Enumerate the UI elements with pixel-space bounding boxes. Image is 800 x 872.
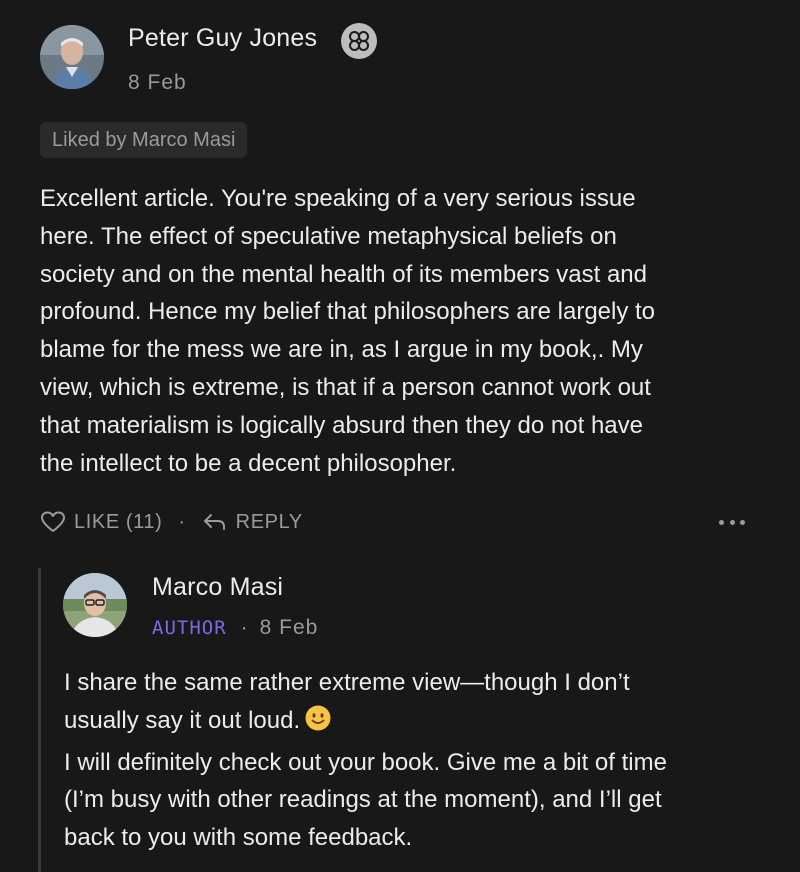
author-tag: AUTHOR	[152, 617, 227, 639]
liked-by-badge: Liked by Marco Masi	[40, 122, 248, 158]
heart-icon	[41, 511, 65, 532]
reply-body-line-with-emoji: usually say it out loud.	[64, 702, 784, 744]
comment-body-line: here. The effect of speculative metaphys…	[40, 222, 617, 250]
reply-button[interactable]: REPLY	[202, 511, 303, 534]
comment-body-line: view, which is extreme, is that if a per…	[40, 373, 651, 401]
avatar-photo-icon	[40, 25, 104, 89]
comment-body-line: Excellent article. You're speaking of a …	[40, 185, 636, 212]
comment-body-line: blame for the mess we are in, as I argue…	[40, 336, 643, 364]
reply-body-line: I share the same rather extreme view—tho…	[64, 669, 630, 696]
comment-body-line: that materialism is logically absurd the…	[40, 411, 643, 439]
avatar-marco-masi[interactable]	[63, 573, 127, 637]
comment-body-line: the intellect to be a decent philosopher…	[40, 449, 457, 477]
reply-body-line: (I’m busy with other readings at the mom…	[64, 786, 662, 814]
reply-body-line: I will definitely check out your book. G…	[64, 748, 667, 776]
comment-body-line: profound. Hence my belief that philosoph…	[40, 298, 656, 326]
reply-body-line: back to you with some feedback.	[64, 824, 413, 852]
reply-label: REPLY	[235, 510, 303, 533]
reply-body: I share the same rather extreme view—tho…	[64, 664, 784, 857]
like-label: LIKE (11)	[74, 510, 163, 533]
reply-thread-line	[38, 568, 41, 872]
more-dots-icon[interactable]	[719, 514, 745, 530]
reply-body-text: usually say it out loud.	[64, 706, 301, 734]
action-separator: ·	[178, 510, 186, 533]
reply-date[interactable]: 8 Feb	[260, 616, 319, 640]
comment-actions: LIKE (11) · REPLY	[40, 508, 303, 536]
like-button[interactable]: LIKE (11)	[40, 510, 162, 534]
reply-author-name[interactable]: Marco Masi	[152, 573, 283, 602]
comment-author-name[interactable]: Peter Guy Jones	[128, 24, 317, 53]
reply-meta: AUTHOR · 8 Feb	[152, 616, 318, 640]
avatar-photo-icon	[63, 573, 127, 637]
slightly-smiling-face-emoji	[304, 704, 332, 744]
comment-date[interactable]: 8 Feb	[128, 71, 187, 95]
subscriber-badge-icon	[341, 23, 377, 59]
meta-separator: ·	[240, 616, 248, 639]
reply-arrow-icon	[203, 514, 225, 530]
comment-body-line: society and on the mental health of its …	[40, 260, 647, 288]
avatar-peter-guy-jones[interactable]	[40, 25, 104, 89]
comment-body: Excellent article. You're speaking of a …	[40, 180, 780, 482]
